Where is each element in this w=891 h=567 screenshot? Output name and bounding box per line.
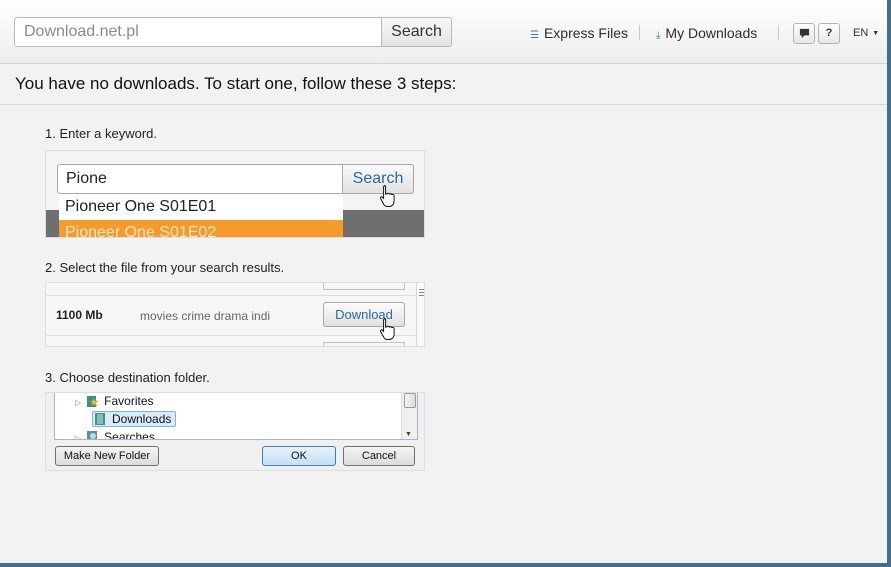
step2-label: 2. Select the file from your search resu… [45,260,285,275]
previous-download-button [323,283,405,290]
search-box: Search [14,17,452,47]
hand-cursor-icon [379,318,395,340]
nav-separator [778,25,779,40]
feedback-button[interactable] [793,23,815,44]
cancel-button: Cancel [343,446,415,466]
step2-illustration: 1100 Mb movies crime drama indi Download [45,282,425,347]
caret-down-icon: ▼ [872,29,880,37]
step1-illustration: Pione Search Pioneer One S01E01 Pioneer … [45,150,425,238]
express-files-label: Express Files [543,25,628,41]
example-search-input: Pione [57,164,343,194]
folder-item-selected: Downloads [92,411,177,428]
divider [0,104,887,105]
expand-triangle-icon: ▷ [75,398,82,407]
ok-button: OK [262,446,336,466]
app-window: Search ☰ Express Files ⤓ My Downloads ? EN… [0,0,891,567]
list-icon: ☰ [530,30,539,41]
search-input[interactable] [15,18,381,46]
language-selector[interactable]: EN ▼ [853,27,879,39]
nav-separator [639,25,640,40]
file-size: 1100 Mb [56,308,103,322]
next-download-button [323,342,405,346]
folder-item: ▷ Favorites [75,393,154,410]
step1-label: 1. Enter a keyword. [45,126,157,141]
row-divider [46,295,416,296]
expand-triangle-icon: ▷ [75,434,82,440]
step3-label: 3. Choose destination folder. [45,370,210,385]
page-headline: You have no downloads. To start one, fol… [15,74,457,93]
hand-cursor-icon [379,185,395,207]
language-label: EN [853,27,869,39]
results-scrollbar [416,283,424,346]
star-folder-icon [87,396,99,407]
folder-tree: ▷ Favorites Downloads ▷ Searches ▼ [54,393,418,440]
my-downloads-label: My Downloads [665,25,758,41]
scrollbar-thumb [404,393,416,408]
step3-illustration: ▷ Favorites Downloads ▷ Searches ▼ Make Ne… [45,392,425,471]
folder-label: Searches [104,430,155,440]
folder-item: ▷ Searches [75,429,155,440]
suggestion-item: Pioneer One S01E01 [59,194,343,220]
file-tags: movies crime drama indi [140,309,271,323]
search-folder-icon [87,431,98,439]
example-search-button: Search [342,164,414,194]
my-downloads-link[interactable]: ⤓ My Downloads [656,24,757,42]
suggestion-item-selected: Pioneer One S01E02 [59,220,343,237]
folder-tree-scrollbar: ▼ [401,393,417,439]
scroll-down-arrow-icon: ▼ [405,431,412,438]
search-button[interactable]: Search [381,18,451,46]
download-arrow-icon: ⤓ [656,30,661,41]
express-files-link[interactable]: ☰ Express Files [530,24,628,42]
downloads-folder-icon [95,413,105,425]
top-bar: Search ☰ Express Files ⤓ My Downloads ? EN… [0,0,887,64]
help-button[interactable]: ? [818,23,840,44]
make-new-folder-button: Make New Folder [55,446,159,466]
folder-label: Downloads [112,412,172,426]
folder-label: Favorites [104,394,154,408]
row-divider [46,335,416,336]
speech-bubble-icon [799,28,809,39]
